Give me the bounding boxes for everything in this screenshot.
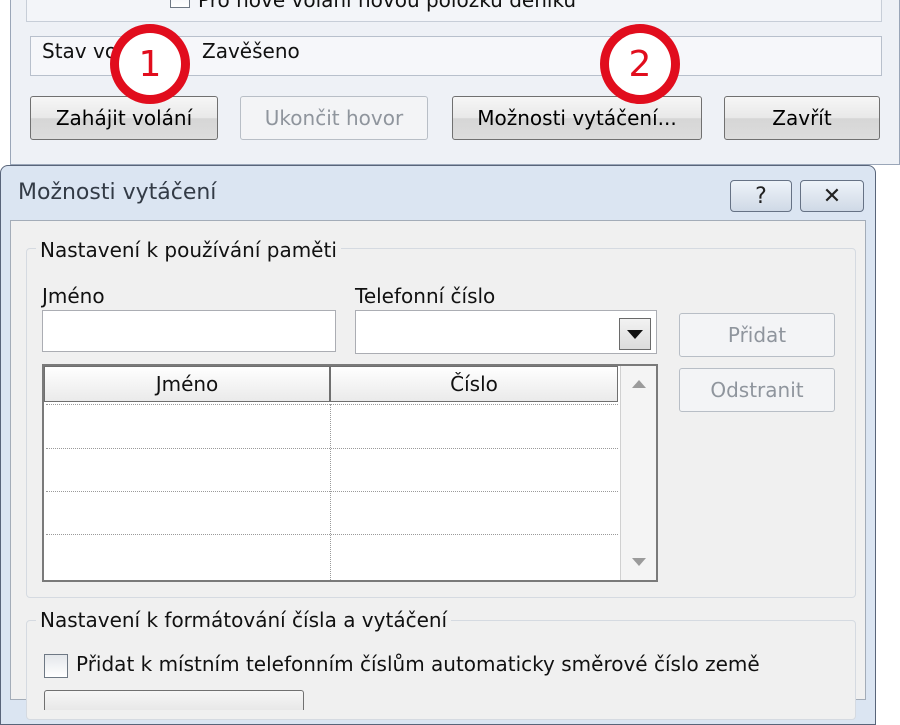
list-column-divider	[330, 404, 331, 580]
remove-button[interactable]: Odstranit	[679, 368, 835, 412]
dialog-title: Možnosti vytáčení	[18, 180, 217, 205]
list-row-divider	[46, 404, 618, 405]
country-code-label: Přidat k místním telefonním číslům autom…	[76, 652, 760, 676]
start-call-button[interactable]: Zahájit volání	[30, 96, 218, 140]
name-input[interactable]	[42, 310, 336, 352]
list-row-divider	[46, 491, 618, 492]
name-label: Jméno	[42, 284, 105, 308]
question-icon: ?	[755, 183, 767, 209]
list-row-divider	[46, 448, 618, 449]
call-status-value: Zavěšeno	[202, 39, 300, 63]
format-settings-title: Nastavení k formátování čísla a vytáčení	[36, 608, 452, 632]
add-button[interactable]: Přidat	[679, 313, 835, 357]
partial-button[interactable]	[44, 690, 304, 710]
close-button[interactable]: Zavřít	[724, 96, 880, 140]
close-icon: ✕	[822, 183, 842, 209]
country-code-checkbox[interactable]	[44, 654, 68, 678]
new-journal-entry-checkbox[interactable]	[170, 0, 190, 8]
dialog-close-button[interactable]: ✕	[800, 180, 864, 212]
step-marker-2: 2	[600, 24, 680, 104]
column-header-name[interactable]: Jméno	[44, 366, 330, 402]
list-scrollbar[interactable]	[620, 366, 656, 580]
step-marker-1: 1	[110, 24, 190, 104]
phone-number-label: Telefonní číslo	[355, 284, 496, 308]
phone-dropdown-button[interactable]	[619, 318, 651, 350]
scroll-down-icon[interactable]	[632, 558, 646, 566]
memory-settings-title: Nastavení k používání paměti	[36, 238, 341, 262]
dialing-options-button[interactable]: Možnosti vytáčení...	[452, 96, 702, 140]
column-header-number[interactable]: Číslo	[330, 366, 618, 402]
chevron-down-icon	[627, 329, 643, 339]
phone-number-combobox[interactable]	[355, 310, 657, 354]
help-button[interactable]: ?	[730, 180, 792, 212]
scroll-up-icon[interactable]	[632, 380, 646, 388]
list-row-divider	[46, 534, 618, 535]
end-call-button[interactable]: Ukončit hovor	[240, 96, 428, 140]
new-journal-entry-label: Pro nové volání novou položku deníku	[198, 0, 577, 12]
